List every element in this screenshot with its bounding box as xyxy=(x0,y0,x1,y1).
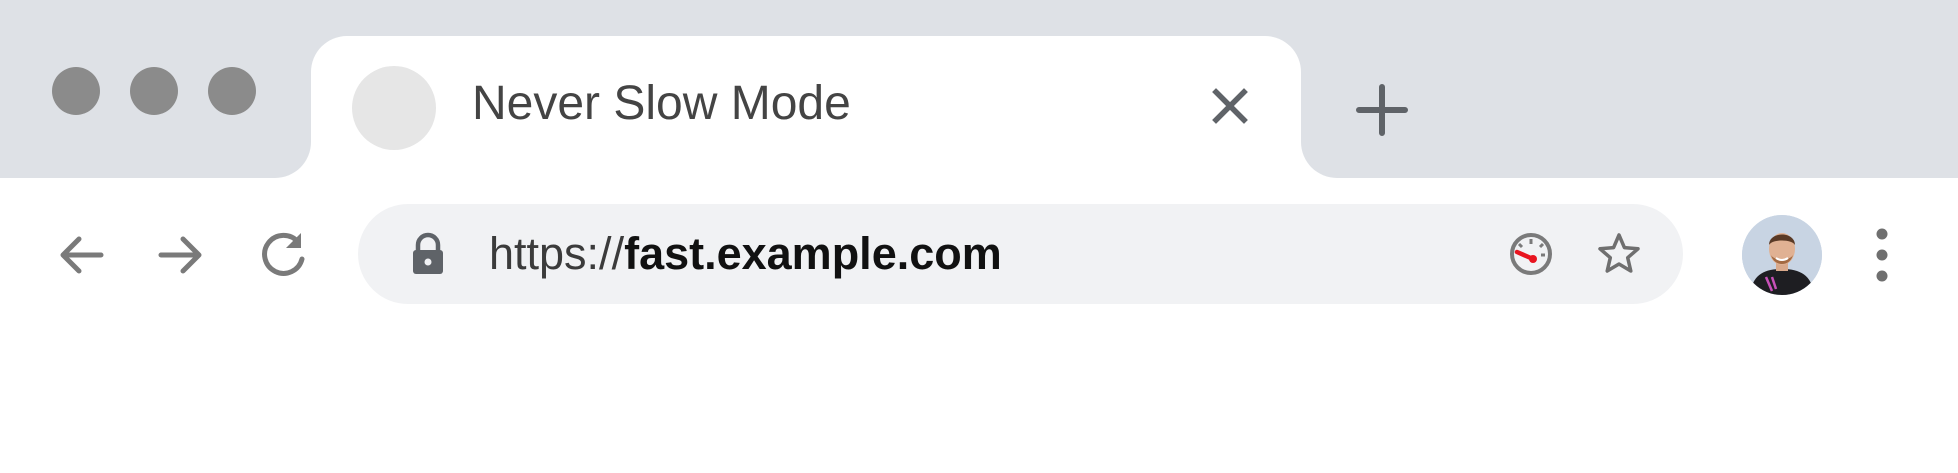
speedometer-icon[interactable] xyxy=(1508,231,1554,277)
arrow-right-icon[interactable] xyxy=(155,229,207,281)
page-content xyxy=(0,318,1958,473)
arrow-left-icon[interactable] xyxy=(55,229,107,281)
tab-title: Never Slow Mode xyxy=(472,77,851,130)
avatar[interactable] xyxy=(1742,215,1822,295)
window-minimize-button[interactable] xyxy=(130,67,178,115)
tab-strip: Never Slow Mode xyxy=(0,0,1958,186)
url-host: fast.example.com xyxy=(624,228,1002,279)
plus-icon[interactable] xyxy=(1354,82,1410,138)
tab-corner-right xyxy=(1301,142,1337,178)
toolbar: https://fast.example.com xyxy=(0,178,1958,318)
window-close-button[interactable] xyxy=(52,67,100,115)
tab-favicon xyxy=(352,66,436,150)
active-tab[interactable]: Never Slow Mode xyxy=(311,36,1301,186)
star-icon[interactable] xyxy=(1595,230,1643,278)
url-scheme: https:// xyxy=(489,228,625,279)
window-maximize-button[interactable] xyxy=(208,67,256,115)
lock-icon[interactable] xyxy=(406,232,450,276)
tab-corner-left xyxy=(275,142,311,178)
close-icon[interactable] xyxy=(1206,82,1254,130)
url-text[interactable]: https://fast.example.com xyxy=(489,224,1002,284)
reload-icon[interactable] xyxy=(258,229,310,281)
address-bar[interactable]: https://fast.example.com xyxy=(358,204,1683,304)
kebab-menu-icon[interactable] xyxy=(1868,227,1896,283)
